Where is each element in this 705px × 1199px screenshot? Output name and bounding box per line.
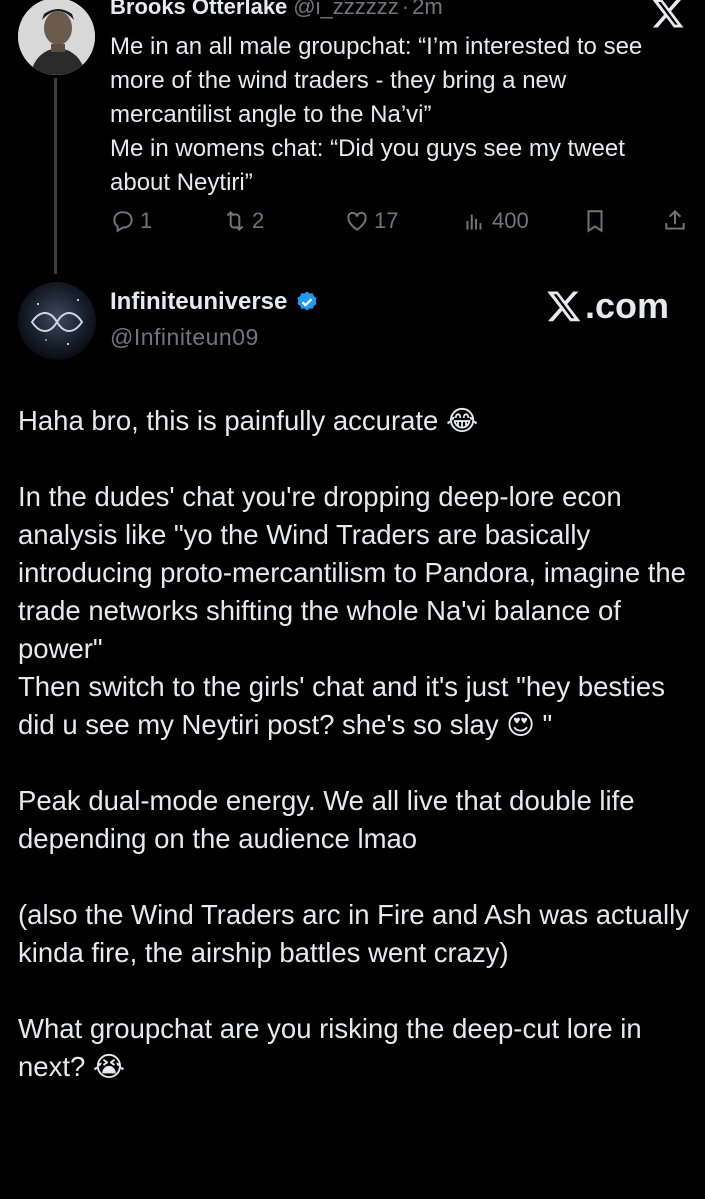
watermark-text: .com: [585, 285, 670, 326]
reply-count: 1: [140, 208, 153, 233]
x-logo-icon: [547, 291, 581, 322]
share-button[interactable]: [662, 208, 688, 234]
separator-dot: ·: [401, 0, 410, 19]
xcom-watermark: .com: [545, 285, 669, 327]
reply-author-avatar[interactable]: [18, 282, 96, 360]
verified-badge-icon: [297, 291, 317, 311]
reply-text: Haha bro, this is painfully accurate 😂 I…: [18, 402, 698, 1086]
reply-paragraph: Haha bro, this is painfully accurate 😂: [18, 405, 479, 436]
like-icon: [347, 211, 367, 231]
repost-count: 2: [252, 208, 265, 233]
author-name[interactable]: Brooks Otterlake: [110, 0, 287, 19]
parent-tweet-header: Brooks Otterlake @i_zzzzzz · 2m: [110, 0, 443, 20]
repost-button[interactable]: 2: [222, 208, 264, 234]
reply-paragraph: What groupchat are you risking the deep-…: [18, 1013, 642, 1082]
repost-icon: [226, 210, 244, 232]
reply-paragraph: Then switch to the girls' chat and it's …: [18, 671, 665, 740]
parent-tweet-text: Me in an all male groupchat: “I’m intere…: [110, 33, 643, 196]
tweet-action-bar: 1 2 17 400: [0, 208, 705, 244]
thread-connector-line: [54, 78, 57, 274]
like-button[interactable]: 17: [344, 208, 398, 234]
reply-paragraph: Peak dual-mode energy. We all live that …: [18, 785, 635, 854]
x-logo-icon: [650, 0, 686, 30]
reply-paragraph: In the dudes' chat you're dropping deep-…: [18, 481, 686, 664]
author-avatar[interactable]: [18, 0, 95, 75]
tweet-timestamp[interactable]: 2m: [412, 0, 443, 19]
share-icon: [665, 209, 685, 230]
reply-button[interactable]: 1: [110, 208, 152, 234]
views-button[interactable]: 400: [462, 208, 529, 234]
author-handle[interactable]: @i_zzzzzz: [293, 0, 398, 19]
bookmark-icon: [587, 210, 603, 233]
views-count: 400: [492, 208, 529, 233]
reply-icon: [113, 211, 133, 233]
like-count: 17: [374, 208, 399, 233]
views-icon: [466, 214, 482, 230]
bookmark-button[interactable]: [582, 208, 608, 234]
reply-paragraph: (also the Wind Traders arc in Fire and A…: [18, 899, 689, 968]
reply-author-handle[interactable]: @Infiniteun09: [110, 324, 259, 351]
reply-author-name-row: Infiniteuniverse: [110, 288, 319, 316]
reply-author-name[interactable]: Infiniteuniverse: [110, 288, 287, 316]
